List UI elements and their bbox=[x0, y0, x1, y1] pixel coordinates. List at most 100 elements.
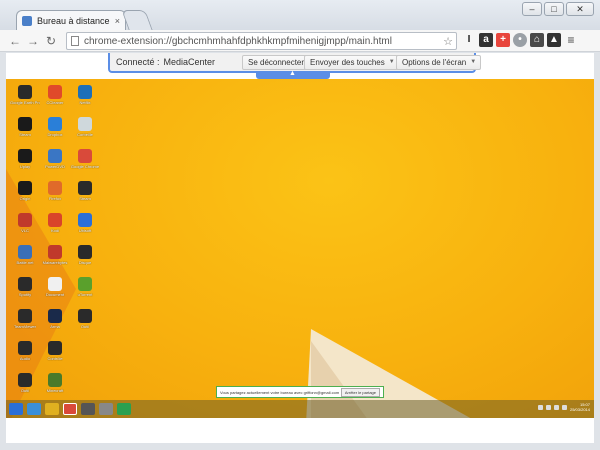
explorer-taskbar-icon[interactable] bbox=[45, 403, 59, 415]
pocket-extension-icon[interactable]: ⌂ bbox=[530, 33, 544, 47]
desktop-shortcut[interactable]: Battle.net bbox=[10, 243, 40, 275]
app-icon bbox=[78, 277, 92, 291]
new-tab-button[interactable] bbox=[121, 10, 153, 30]
desktop-shortcut[interactable]: Origin bbox=[10, 179, 40, 211]
app-icon bbox=[18, 117, 32, 131]
tab-strip: Bureau à distance Google × – □ ✕ bbox=[0, 0, 600, 30]
reload-icon[interactable]: ↻ bbox=[42, 34, 60, 48]
shortcut-label: Netflix bbox=[79, 100, 91, 105]
desktop-shortcut[interactable]: VLC bbox=[10, 211, 40, 243]
desktop-shortcut[interactable]: TeamViewer bbox=[10, 307, 40, 339]
tab-close-icon[interactable]: × bbox=[115, 16, 120, 26]
tray-icon[interactable] bbox=[545, 404, 551, 410]
app-taskbar-icon[interactable] bbox=[99, 403, 113, 415]
app-icon bbox=[48, 117, 62, 131]
browser-toolbar: ← → ↻ chrome-extension://gbchcmhmhahfdph… bbox=[0, 30, 600, 52]
desktop-shortcut[interactable]: Audio bbox=[10, 339, 40, 371]
address-bar[interactable]: chrome-extension://gbchcmhmhahfdphkhkmpf… bbox=[66, 32, 457, 50]
toolbar-collapse-tab[interactable]: ▲ bbox=[256, 70, 330, 79]
shortcut-label: Document bbox=[45, 292, 65, 297]
extension-i-icon[interactable]: I bbox=[462, 33, 476, 47]
maximize-button[interactable]: □ bbox=[544, 2, 564, 16]
app-icon bbox=[48, 309, 62, 323]
ie-taskbar-icon[interactable] bbox=[27, 403, 41, 415]
desktop-shortcut[interactable]: CCleaner bbox=[40, 83, 70, 115]
tab-title: Bureau à distance Google bbox=[37, 15, 112, 26]
desktop-shortcut[interactable]: Document bbox=[40, 275, 70, 307]
volume-icon[interactable] bbox=[553, 404, 559, 410]
chrome-taskbar-icon[interactable] bbox=[63, 403, 77, 415]
shortcut-label: uTorrent bbox=[77, 292, 93, 297]
desktop-shortcut[interactable]: Malwarebytes bbox=[40, 243, 70, 275]
desktop-shortcut[interactable]: Minecraft bbox=[40, 371, 70, 403]
shortcut-label: Uplay bbox=[19, 164, 31, 169]
extension-circle-icon[interactable]: • bbox=[513, 33, 527, 47]
desktop-shortcut[interactable]: Ubisoft bbox=[70, 211, 100, 243]
app-taskbar-icon[interactable] bbox=[117, 403, 131, 415]
desktop-shortcut[interactable]: Steam bbox=[70, 179, 100, 211]
desktop-shortcut[interactable]: Netflix bbox=[70, 83, 100, 115]
shortcut-label: Corbeille bbox=[77, 132, 93, 137]
close-window-button[interactable]: ✕ bbox=[566, 2, 594, 16]
amazon-extension-icon[interactable]: a bbox=[479, 33, 493, 47]
back-arrow-icon[interactable]: ← bbox=[6, 34, 24, 48]
app-icon bbox=[48, 149, 62, 163]
network-icon[interactable] bbox=[561, 404, 567, 410]
desktop-shortcut[interactable]: PowerDVD bbox=[40, 147, 70, 179]
app-icon bbox=[48, 373, 62, 387]
app-icon bbox=[18, 245, 32, 259]
desktop-shortcut[interactable]: Contrôle bbox=[40, 339, 70, 371]
desktop-shortcut[interactable]: Dropbox bbox=[40, 115, 70, 147]
browser-window: Bureau à distance Google × – □ ✕ ← → ↻ c… bbox=[0, 0, 600, 450]
shortcut-label: Disque bbox=[78, 260, 92, 265]
screen-options-button[interactable]: Options de l'écran ▼ bbox=[396, 55, 482, 70]
plus-extension-icon[interactable]: + bbox=[496, 33, 510, 47]
desktop-shortcut[interactable]: Arma bbox=[40, 307, 70, 339]
app-taskbar-icon[interactable] bbox=[81, 403, 95, 415]
desktop-shortcut[interactable]: Uplay bbox=[10, 147, 40, 179]
desktop-shortcut[interactable]: uTorrent bbox=[70, 275, 100, 307]
desktop-shortcut[interactable]: Google Earth Pro bbox=[10, 83, 40, 115]
desktop-shortcut[interactable] bbox=[70, 371, 100, 403]
desktop-shortcut[interactable]: Disque bbox=[70, 243, 100, 275]
tray-icon[interactable] bbox=[537, 404, 543, 410]
extension-flag-icon[interactable]: ▲ bbox=[547, 33, 561, 47]
shortcut-label: Minecraft bbox=[46, 388, 64, 393]
forward-arrow-icon[interactable]: → bbox=[24, 34, 42, 48]
app-icon bbox=[78, 149, 92, 163]
desktop-shortcut[interactable]: Firefox bbox=[40, 179, 70, 211]
clock[interactable]: 15:07 25/03/2014 bbox=[570, 402, 590, 412]
clock-date: 25/03/2014 bbox=[569, 407, 590, 412]
bookmark-star-icon[interactable]: ☆ bbox=[443, 35, 453, 48]
desktop-shortcut[interactable]: Outil bbox=[70, 307, 100, 339]
app-icon bbox=[48, 277, 62, 291]
connected-label: Connecté : bbox=[116, 57, 160, 67]
app-icon bbox=[18, 85, 32, 99]
tab-remote-desktop[interactable]: Bureau à distance Google × bbox=[16, 10, 126, 30]
app-icon bbox=[78, 373, 92, 387]
desktop-icons: Google Earth Pro CCleaner Netflix Steam Drop… bbox=[10, 83, 100, 403]
desktop-shortcut[interactable]: Steam bbox=[10, 115, 40, 147]
url-text[interactable]: chrome-extension://gbchcmhmhahfdphkhkmpf… bbox=[84, 36, 443, 47]
start-windows-icon[interactable] bbox=[9, 403, 23, 415]
app-icon bbox=[18, 341, 32, 355]
extension-icons: I a + • ⌂ ▲ ≡ bbox=[462, 33, 578, 47]
desktop-shortcut[interactable]: Kodi bbox=[40, 211, 70, 243]
desktop-shortcut[interactable] bbox=[70, 339, 100, 371]
shortcut-label: Battle.net bbox=[16, 260, 34, 265]
remote-desktop-view[interactable]: Google Earth Pro CCleaner Netflix Steam Drop… bbox=[6, 79, 594, 418]
app-icon bbox=[18, 149, 32, 163]
app-icon bbox=[78, 213, 92, 227]
minimize-button[interactable]: – bbox=[522, 2, 542, 16]
shortcut-label: Steam bbox=[79, 196, 91, 201]
stop-sharing-button[interactable]: Arrêter le partage bbox=[340, 387, 380, 397]
send-keys-button[interactable]: Envoyer des touches ▼ bbox=[304, 55, 400, 70]
desktop-shortcut[interactable]: Spotify bbox=[10, 275, 40, 307]
desktop-shortcut[interactable]: Google Chrome bbox=[70, 147, 100, 179]
desktop-shortcut[interactable]: Outil bbox=[10, 371, 40, 403]
app-icon bbox=[78, 341, 92, 355]
menu-icon[interactable]: ≡ bbox=[564, 33, 578, 47]
disconnect-button[interactable]: Se déconnecter bbox=[242, 55, 311, 70]
desktop-shortcut[interactable]: Corbeille bbox=[70, 115, 100, 147]
sharing-message: Vous partagez actuellement votre bureau … bbox=[220, 389, 340, 395]
